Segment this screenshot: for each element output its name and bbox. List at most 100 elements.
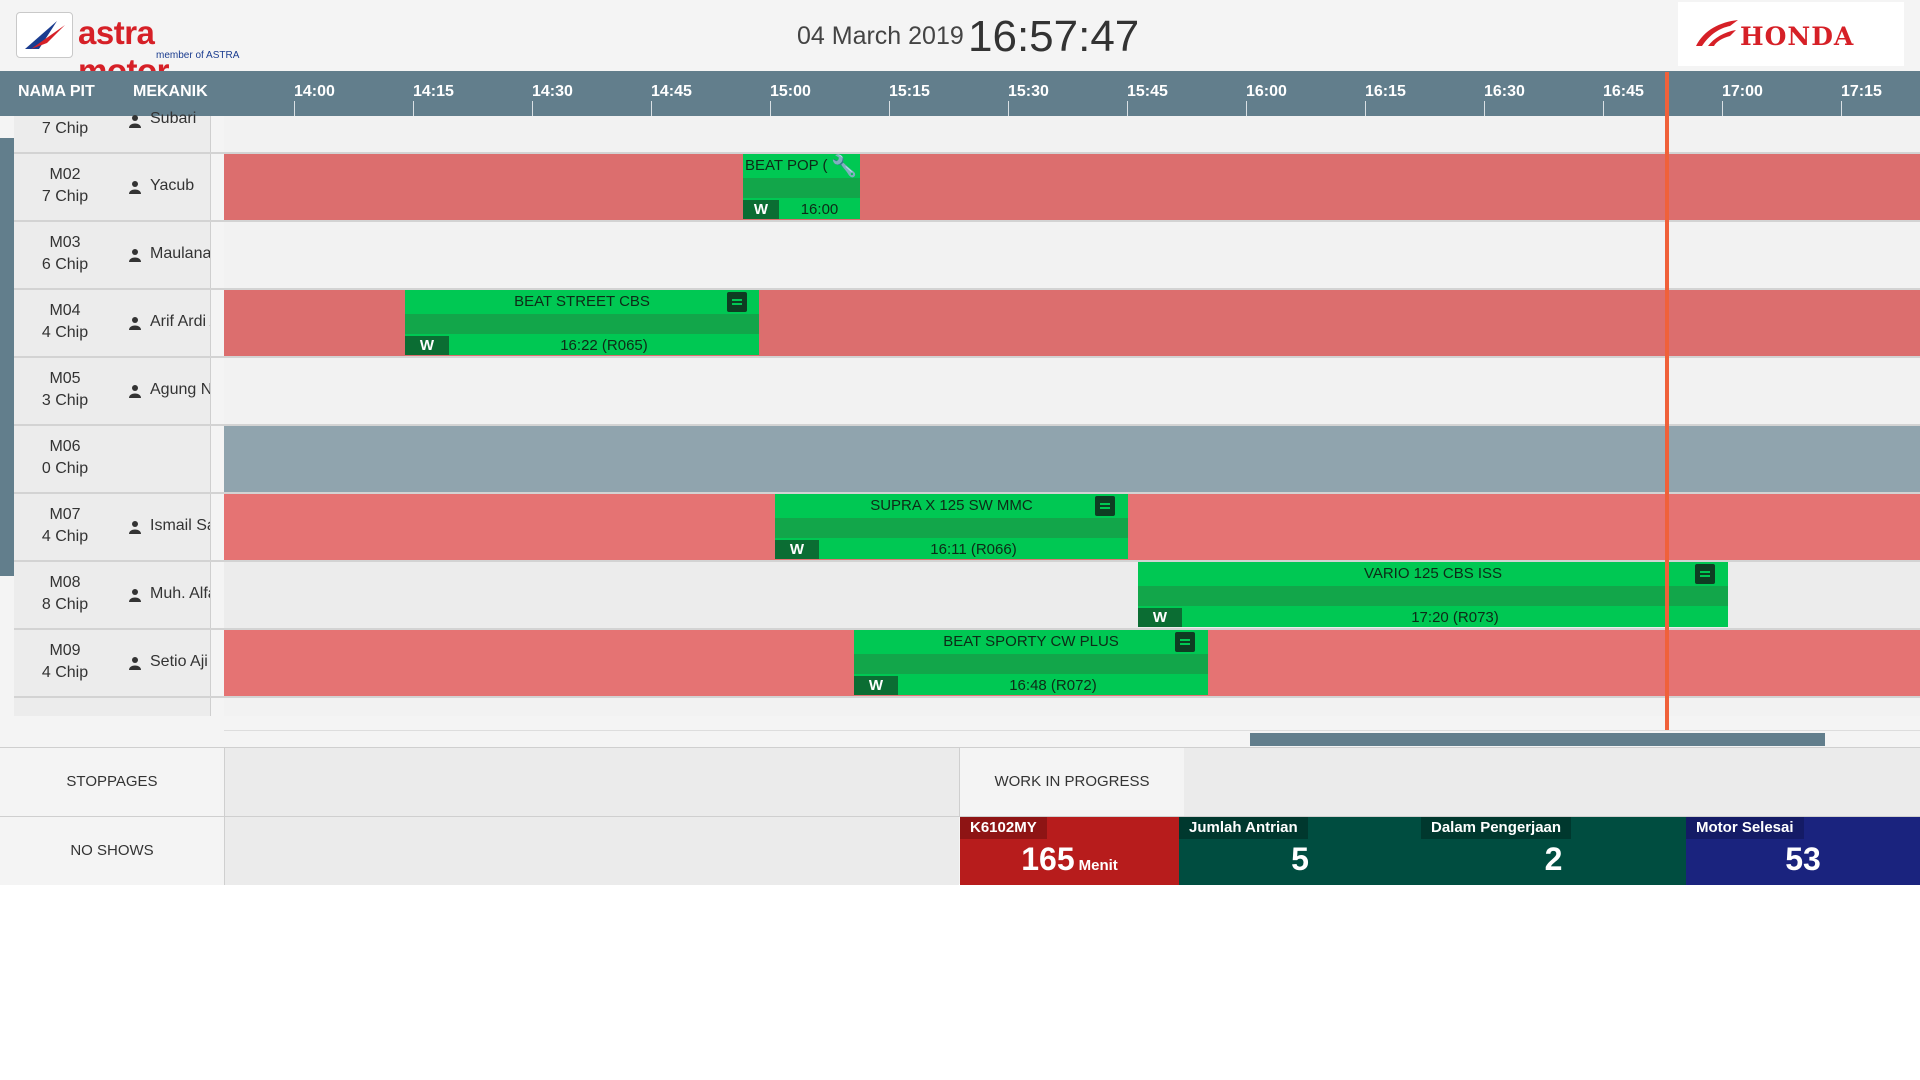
pit-chip-count: 3 Chip	[41, 392, 89, 409]
time-tick: 14:15	[413, 83, 454, 100]
job-bar[interactable]: BEAT SPORTY CW PLUS W 16:48 (R072)	[854, 630, 1208, 695]
no-shows-label: NO SHOWS	[0, 817, 225, 885]
astra-logo-mark	[16, 12, 73, 58]
astra-logo: astra motor member of ASTRA	[16, 12, 246, 89]
pit-cell[interactable]: M03 6 Chip Maulana Id	[14, 222, 211, 288]
pit-row: M03 6 Chip Maulana Id	[14, 222, 1920, 290]
pit-chip-count: 6 Chip	[41, 256, 89, 273]
tick-mark	[413, 101, 414, 116]
job-end-time: 17:20 (R073)	[1411, 609, 1499, 626]
pit-cell[interactable]: M08 8 Chip Muh. Alfar	[14, 562, 211, 628]
honda-wing-icon	[1696, 20, 1738, 46]
time-tick: 14:00	[294, 83, 335, 100]
time-tick: 16:30	[1484, 83, 1525, 100]
clipboard-icon	[1175, 632, 1195, 652]
tick-mark	[1841, 101, 1842, 116]
honda-logo-text: HONDA	[1740, 22, 1855, 51]
pit-row-partial	[14, 698, 1920, 716]
queue-card: Jumlah Antrian 5	[1179, 817, 1421, 885]
job-progress	[743, 178, 860, 198]
time-tick: 16:15	[1365, 83, 1406, 100]
clipboard-icon	[1695, 564, 1715, 584]
no-shows-area	[225, 817, 959, 885]
job-status-badge: W	[854, 676, 898, 695]
stoppages-row: STOPPAGES WORK IN PROGRESS	[0, 747, 1920, 816]
workshop-board: astra motor member of ASTRA 04 March 201…	[0, 0, 1920, 885]
header: astra motor member of ASTRA 04 March 201…	[0, 0, 1920, 89]
pit-cell[interactable]: M09 4 Chip Setio Aji	[14, 630, 211, 696]
pit-chip-count: 8 Chip	[41, 596, 89, 613]
person-icon	[129, 115, 141, 128]
scroll-indicator[interactable]	[0, 138, 14, 576]
tick-mark	[1484, 101, 1485, 116]
column-header-pit: NAMA PIT	[18, 83, 95, 100]
pit-chip-count: 4 Chip	[41, 528, 89, 545]
job-end-time: 16:48 (R072)	[1009, 677, 1097, 694]
pit-cell[interactable]: M06 0 Chip	[14, 426, 211, 492]
job-progress	[1138, 586, 1728, 606]
job-title: BEAT STREET CBS	[514, 293, 650, 310]
mechanic-name: Maulana Id	[150, 245, 210, 262]
tick-mark	[1008, 101, 1009, 116]
waiting-time-card: K6102MY 165 Menit	[960, 817, 1179, 885]
person-icon	[129, 249, 141, 262]
stoppages-area	[225, 748, 959, 816]
pit-chip-count: 0 Chip	[41, 460, 89, 477]
job-status-badge: W	[1138, 608, 1182, 627]
pit-cell[interactable]: M07 4 Chip Ismail Sale	[14, 494, 211, 560]
pit-row: M06 0 Chip	[14, 426, 1920, 494]
clipboard-icon	[727, 292, 747, 312]
horizontal-scrollbar-thumb[interactable]	[1250, 733, 1825, 746]
pit-code: M06	[49, 438, 81, 455]
tick-mark	[1127, 101, 1128, 116]
pit-row: 7 Chip Subari	[14, 110, 1920, 154]
in-progress-label: Dalam Pengerjaan	[1421, 817, 1572, 839]
mechanic-name: Subari	[150, 110, 197, 127]
tick-mark	[889, 101, 890, 116]
job-status-badge: W	[743, 200, 779, 219]
in-progress-card: Dalam Pengerjaan 2	[1421, 817, 1686, 885]
job-bar[interactable]: BEAT STREET CBS W 16:22 (R065)	[405, 290, 759, 355]
pit-code: M08	[49, 574, 81, 591]
mechanic-name: Setio Aji	[150, 653, 208, 670]
person-icon	[129, 181, 141, 194]
job-status-badge: W	[405, 336, 449, 355]
in-progress-value: 2	[1544, 841, 1563, 877]
waiting-time-unit: Menit	[1078, 857, 1118, 874]
pit-cell[interactable]: 7 Chip Subari	[14, 110, 211, 152]
job-bar[interactable]: BEAT POP ( 🔧 W 16:00	[743, 154, 860, 219]
wrench-icon: 🔧	[831, 155, 858, 178]
mechanic-name: Ismail Sale	[150, 517, 210, 534]
job-title: VARIO 125 CBS ISS	[1363, 565, 1503, 582]
time-tick: 15:15	[889, 83, 930, 100]
pit-cell[interactable]: M05 3 Chip Agung Nop	[14, 358, 211, 424]
job-title: BEAT SPORTY CW PLUS	[943, 633, 1119, 650]
pit-chip-count: 7 Chip	[41, 120, 89, 137]
pit-cell[interactable]: M02 7 Chip Yacub	[14, 154, 211, 220]
time-tick: 14:30	[532, 83, 573, 100]
mechanic-name: Muh. Alfar	[150, 585, 210, 602]
pit-row: M07 4 Chip Ismail Sale SUPRA X 125 SW MM…	[14, 494, 1920, 562]
job-bar[interactable]: SUPRA X 125 SW MMC W 16:11 (R066)	[775, 494, 1128, 559]
job-progress	[854, 654, 1208, 674]
completed-card: Motor Selesai 53	[1686, 817, 1920, 885]
time-tick: 15:45	[1127, 83, 1168, 100]
pit-cell[interactable]	[14, 698, 211, 716]
time-tick: 15:30	[1008, 83, 1049, 100]
job-end-time: 16:22 (R065)	[560, 337, 648, 354]
time-tick: 15:00	[770, 83, 811, 100]
timeline-header: NAMA PIT MEKANIK 14:00 14:15 14:30 14:45…	[0, 71, 1920, 116]
honda-logo: HONDA	[1678, 2, 1904, 66]
column-header-mechanic: MEKANIK	[133, 83, 208, 100]
job-bar[interactable]: VARIO 125 CBS ISS W 17:20 (R073)	[1138, 562, 1728, 627]
queue-value: 5	[1291, 841, 1309, 877]
time-tick: 16:00	[1246, 83, 1287, 100]
pit-row: M02 7 Chip Yacub BEAT POP ( 🔧 W 16:00	[14, 154, 1920, 222]
current-time-indicator	[1665, 72, 1669, 731]
mechanic-name: Agung Nop	[150, 381, 210, 398]
queue-label: Jumlah Antrian	[1179, 817, 1308, 839]
mechanic-name: Yacub	[150, 177, 195, 194]
wip-area	[1184, 748, 1920, 816]
plate-number: K6102MY	[960, 817, 1047, 839]
pit-cell[interactable]: M04 4 Chip Arif Ardi A	[14, 290, 211, 356]
